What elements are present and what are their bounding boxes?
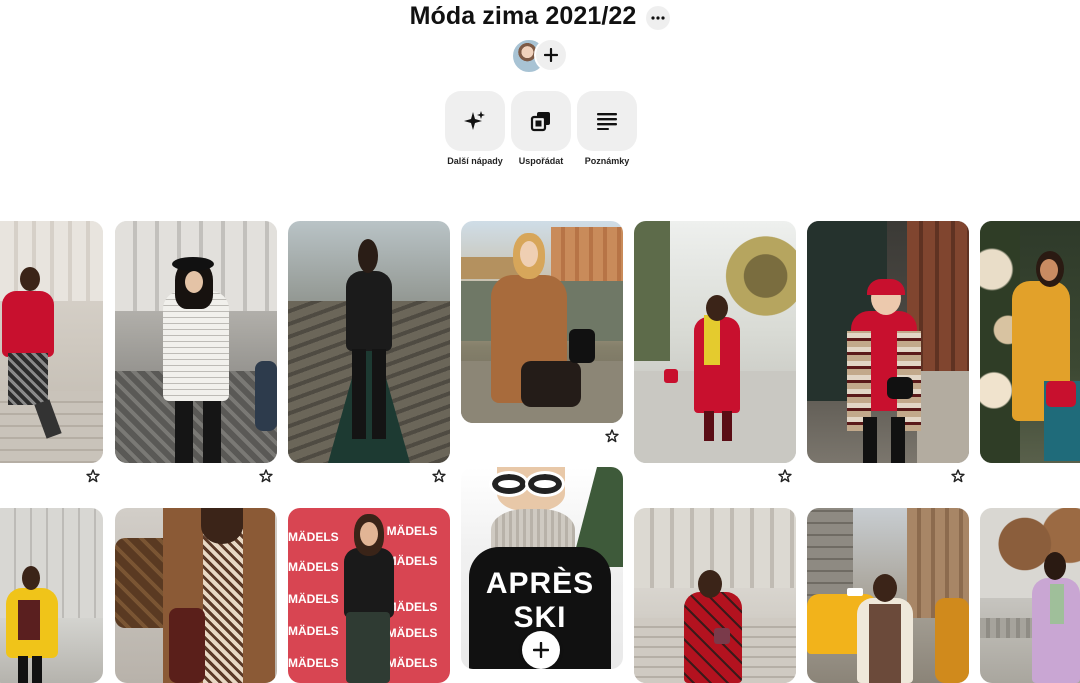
- board-actions: Další nápady Uspořádat Poznámky: [445, 91, 637, 166]
- pin-image[interactable]: [461, 221, 623, 423]
- more-ideas-label: Další nápady: [447, 156, 503, 166]
- pin-image[interactable]: [288, 221, 450, 463]
- notes-button[interactable]: [577, 91, 637, 151]
- notes-icon: [597, 113, 617, 130]
- star-icon[interactable]: [951, 469, 965, 483]
- organize-icon: [530, 112, 550, 132]
- star-icon[interactable]: [432, 469, 446, 483]
- organize-label: Uspořádat: [518, 156, 564, 166]
- organize-button[interactable]: [511, 91, 571, 151]
- pin-image[interactable]: [807, 221, 969, 463]
- notes-action[interactable]: Poznámky: [577, 91, 637, 166]
- plus-icon: [544, 48, 558, 62]
- backdrop-text: MÄDELS: [386, 524, 438, 538]
- pin-image[interactable]: MÄDELS MÄDELS MÄDELS MÄDELS MÄDELS MÄDEL…: [288, 508, 450, 683]
- pin-image[interactable]: [980, 221, 1080, 463]
- pin-image[interactable]: [0, 508, 103, 683]
- sweater-text-line2: SKI: [513, 601, 567, 634]
- board-title: Móda zima 2021/22: [409, 2, 637, 30]
- backdrop-text: MÄDELS: [288, 656, 339, 670]
- pin-image[interactable]: [807, 508, 969, 683]
- plus-icon: [533, 642, 549, 658]
- pin-image[interactable]: [634, 508, 796, 683]
- backdrop-text: MÄDELS: [288, 560, 339, 574]
- ellipsis-icon: [651, 15, 666, 20]
- pin-image[interactable]: [634, 221, 796, 463]
- backdrop-text: MÄDELS: [288, 624, 339, 638]
- collaborators: [0, 38, 1080, 73]
- star-icon[interactable]: [86, 469, 100, 483]
- more-options-button[interactable]: [646, 5, 671, 30]
- more-ideas-button[interactable]: [445, 91, 505, 151]
- pin-image[interactable]: [115, 508, 277, 683]
- backdrop-text: MÄDELS: [288, 530, 339, 544]
- pin-image[interactable]: [980, 508, 1080, 683]
- save-pin-button[interactable]: [522, 631, 560, 669]
- sparkle-icon: [464, 111, 485, 130]
- pin-image[interactable]: [0, 221, 103, 463]
- add-collaborator-button[interactable]: [534, 38, 568, 72]
- pin-image[interactable]: APRÈS SKI: [461, 467, 623, 669]
- pin-image[interactable]: [115, 221, 277, 463]
- star-icon[interactable]: [605, 429, 619, 443]
- notes-label: Poznámky: [584, 156, 630, 166]
- star-icon[interactable]: [259, 469, 273, 483]
- organize-action[interactable]: Uspořádat: [511, 91, 571, 166]
- backdrop-text: MÄDELS: [288, 592, 339, 606]
- star-icon[interactable]: [778, 469, 792, 483]
- sweater-text-line1: APRÈS: [485, 567, 595, 600]
- board-header: Móda zima 2021/22: [0, 2, 1080, 31]
- more-ideas-action[interactable]: Další nápady: [445, 91, 505, 166]
